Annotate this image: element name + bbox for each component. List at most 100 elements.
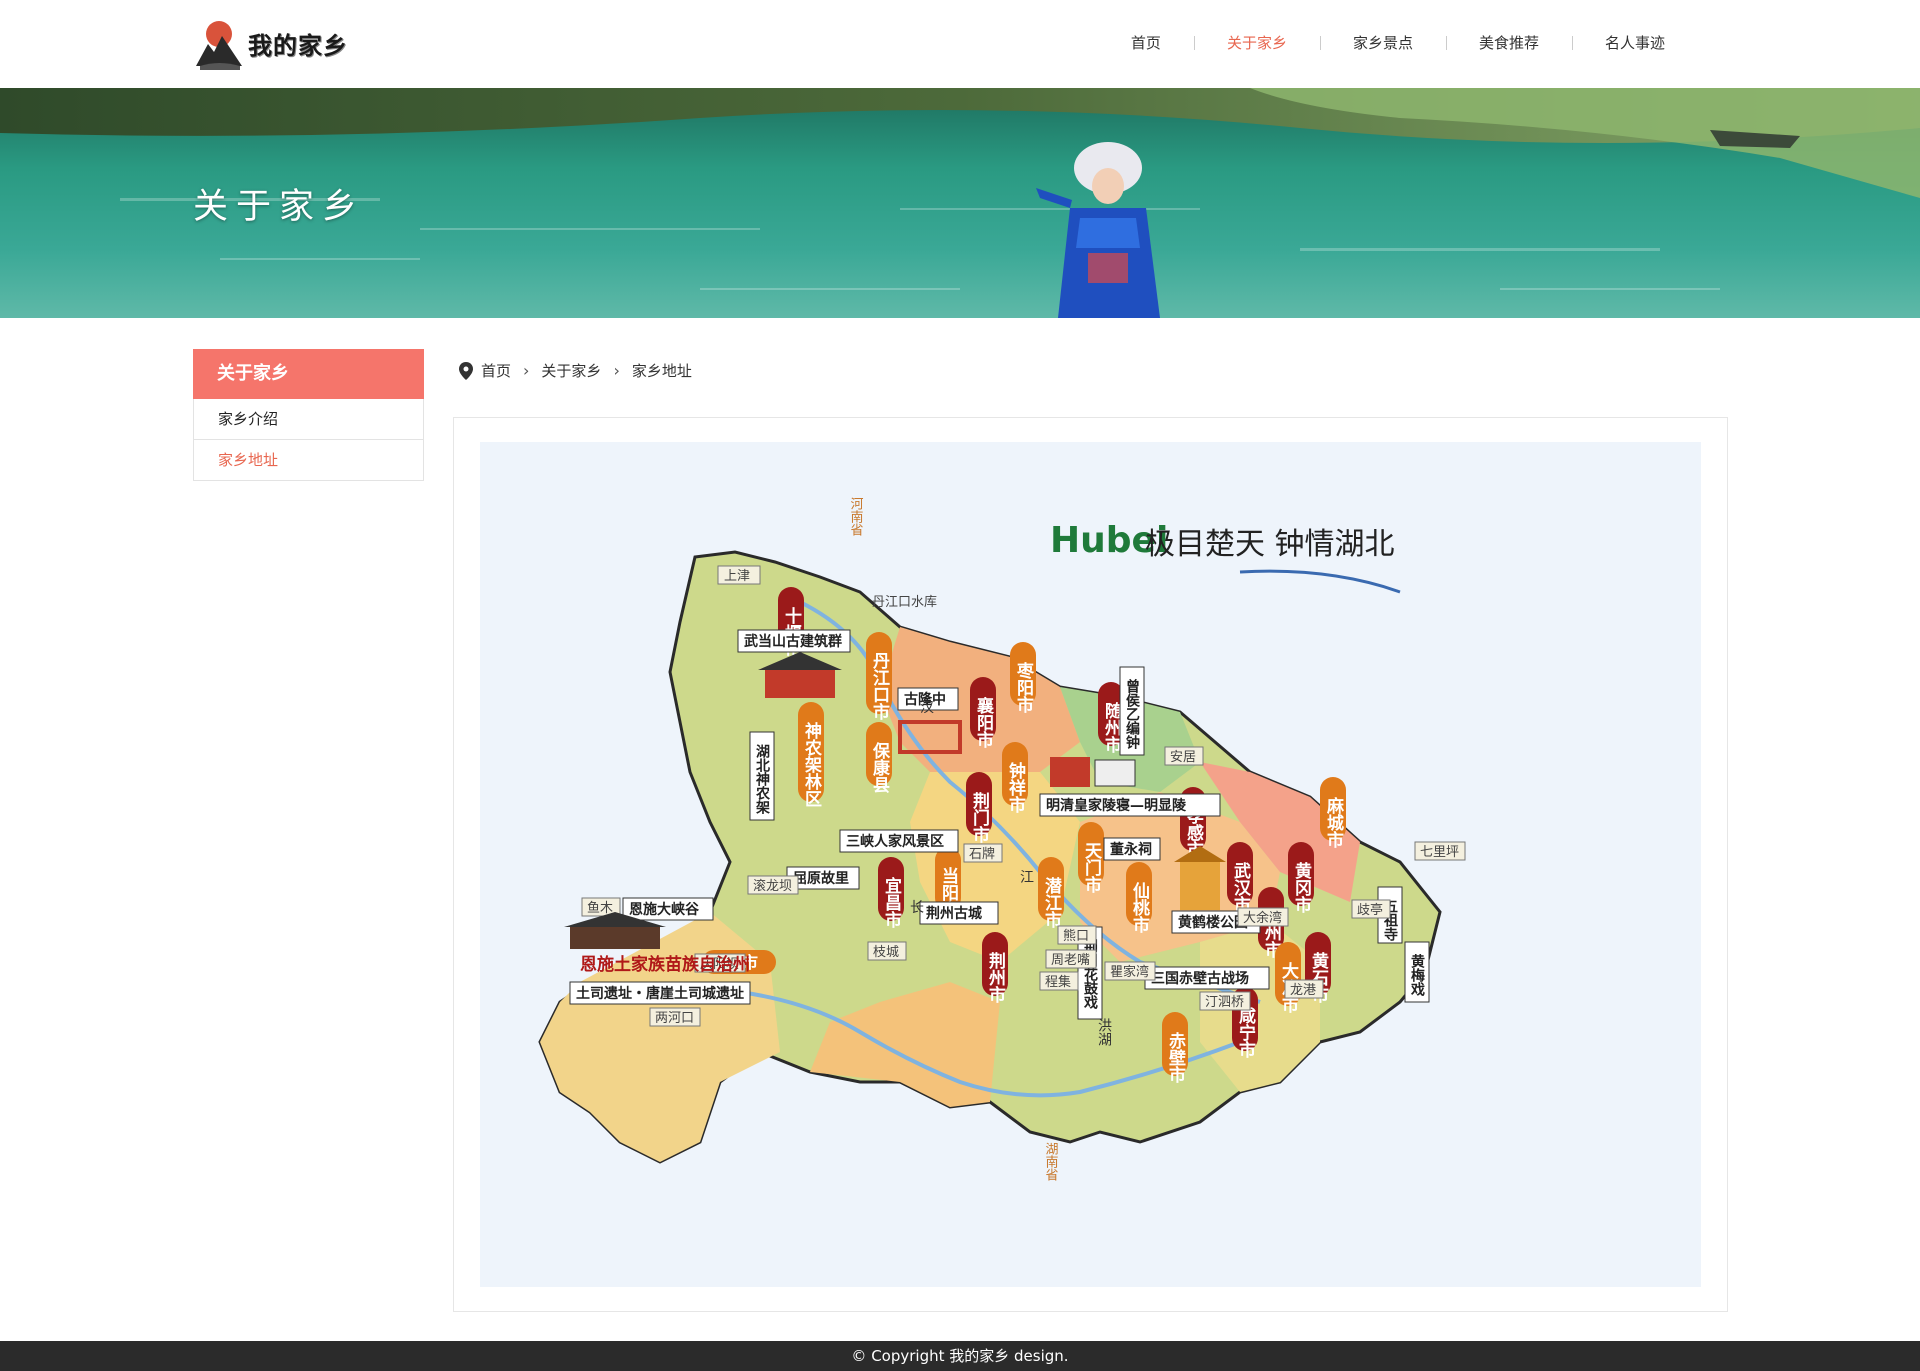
sidebar-heading: 关于家乡 (193, 349, 424, 399)
svg-text:上津: 上津 (724, 569, 750, 584)
breadcrumb-about[interactable]: 关于家乡 (541, 360, 601, 381)
breadcrumb-home[interactable]: 首页 (481, 360, 511, 381)
city-tag-jingmen: 荆门市 (966, 772, 992, 843)
city-tag-daye: 大冶市 (1275, 942, 1301, 1013)
sight-label: 曾侯乙编钟 (1119, 666, 1145, 756)
svg-text:程集: 程集 (1045, 974, 1071, 990)
river-label: 长 (910, 900, 924, 916)
svg-text:荆门市: 荆门市 (969, 791, 990, 843)
svg-text:荆州市: 荆州市 (985, 951, 1007, 1003)
city-tag-jingzhou: 荆州市 (982, 932, 1008, 1003)
sidebar-item-address[interactable]: 家乡地址 (193, 440, 424, 481)
chevron-right-icon: › (613, 361, 620, 380)
svg-text:歧亭: 歧亭 (1357, 902, 1383, 918)
sight-label: 荆州古城 (919, 901, 999, 925)
svg-text:枝城: 枝城 (873, 945, 899, 960)
place-label: 上津 (717, 565, 761, 585)
breadcrumb: 首页 › 关于家乡 › 家乡地址 (459, 360, 692, 381)
sight-label: 恩施大峡谷 (622, 897, 714, 921)
map-panel: Hubei 极目楚天 钟情湖北 河南省 湖南省 十堰市 襄阳市 随州市 荆门市 … (453, 417, 1728, 1312)
svg-text:黄梅戏: 黄梅戏 (1409, 953, 1426, 997)
city-tag-tianmen: 天门市 (1078, 822, 1104, 893)
sight-label: 土司遗址・唐崖土司城遗址 (569, 981, 751, 1005)
svg-text:三国赤壁古战场: 三国赤壁古战场 (1151, 970, 1249, 987)
place-label: 枝城 (867, 941, 907, 961)
sight-label: 武当山古建筑群 (737, 629, 851, 653)
logo-mountain-icon (194, 14, 244, 72)
place-label: 七里坪 (1414, 841, 1466, 861)
city-tag-xiantao: 仙桃市 (1126, 862, 1152, 933)
svg-text:恩施大峡谷: 恩施大峡谷 (629, 901, 700, 918)
city-tag-wuhan: 武汉市 (1227, 842, 1253, 913)
breadcrumb-address: 家乡地址 (631, 362, 692, 380)
svg-text:三峡人家风景区: 三峡人家风景区 (846, 833, 944, 850)
hubei-map: Hubei 极目楚天 钟情湖北 河南省 湖南省 十堰市 襄阳市 随州市 荆门市 … (480, 442, 1701, 1287)
svg-text:周老嘴: 周老嘴 (1051, 953, 1090, 968)
location-pin-icon (459, 361, 473, 380)
svg-text:石牌: 石牌 (969, 846, 995, 862)
svg-text:龙港: 龙港 (1290, 983, 1316, 998)
site-footer: © Copyright 我的家乡 design. (0, 1341, 1920, 1371)
place-label: 汀泗桥 (1199, 991, 1251, 1011)
svg-text:赤壁市: 赤壁市 (1165, 1031, 1186, 1083)
place-label: 安居 (1164, 746, 1204, 766)
svg-text:黄冈市: 黄冈市 (1291, 861, 1312, 913)
city-tag-zaoyang: 枣阳市 (1010, 642, 1036, 713)
city-tag-baokang: 保康县 (866, 722, 892, 794)
svg-text:大余湾: 大余湾 (1243, 910, 1282, 926)
sight-label: 董永祠 (1103, 837, 1161, 861)
main-nav: 首页 关于家乡 家乡景点 美食推荐 名人事迹 (1098, 28, 1698, 58)
sight-label: 三国赤壁古战场 (1144, 966, 1270, 990)
place-label: 两河口 (649, 1007, 701, 1027)
svg-text:两河口: 两河口 (655, 1011, 694, 1026)
svg-text:汀泗桥: 汀泗桥 (1205, 995, 1244, 1010)
sight-label: 黄梅戏 (1404, 941, 1430, 1003)
svg-text:熊口: 熊口 (1063, 928, 1089, 944)
hero-banner: 关于家乡 (0, 88, 1920, 318)
place-label: 熊口 (1057, 925, 1097, 945)
nav-scenery[interactable]: 家乡景点 (1319, 28, 1446, 58)
sidebar: 关于家乡 家乡介绍 家乡地址 (193, 349, 424, 481)
nav-celebrities[interactable]: 名人事迹 (1571, 28, 1698, 58)
place-label: 歧亭 (1351, 899, 1391, 919)
svg-text:襄阳市: 襄阳市 (973, 696, 995, 748)
river-label: 汉 (920, 700, 934, 716)
river-label: 江 (1020, 870, 1034, 886)
place-label: 石牌 (963, 843, 1003, 863)
place-label: 瞿家湾 (1104, 961, 1156, 981)
city-tag-chibi: 赤壁市 (1162, 1012, 1188, 1083)
city-tag-macheng: 麻城市 (1320, 777, 1346, 848)
svg-text:瞿家湾: 瞿家湾 (1110, 964, 1149, 980)
nav-food[interactable]: 美食推荐 (1445, 28, 1572, 58)
place-label: 程集 (1039, 971, 1079, 991)
banner-title: 关于家乡 (193, 187, 366, 227)
place-label: 大余湾 (1237, 907, 1289, 927)
svg-text:保康县: 保康县 (869, 741, 891, 794)
chevron-right-icon: › (523, 361, 530, 380)
site-header: 我的家乡 首页 关于家乡 家乡景点 美食推荐 名人事迹 (0, 0, 1920, 88)
svg-text:七里坪: 七里坪 (1420, 845, 1459, 860)
sidebar-item-intro[interactable]: 家乡介绍 (193, 399, 424, 440)
city-tag-danjiangkou: 丹江口市 (866, 632, 892, 720)
svg-text:明清皇家陵寝—明显陵: 明清皇家陵寝—明显陵 (1046, 797, 1187, 814)
city-tag-yichang: 宜昌市 (878, 857, 904, 928)
region-label: 恩施土家族苗族自治州 (580, 954, 750, 975)
svg-text:武当山古建筑群: 武当山古建筑群 (744, 633, 842, 650)
nav-home[interactable]: 首页 (1098, 28, 1194, 58)
nav-about[interactable]: 关于家乡 (1193, 28, 1320, 58)
svg-text:神农架林区: 神农架林区 (801, 721, 823, 807)
svg-text:宜昌市: 宜昌市 (881, 876, 902, 928)
city-tag-qianjiang: 潜江市 (1038, 857, 1064, 928)
neighbor-label: 河南省 (848, 497, 864, 536)
svg-text:鱼木: 鱼木 (587, 900, 613, 916)
svg-text:曾侯乙编钟: 曾侯乙编钟 (1124, 678, 1140, 750)
svg-text:武汉市: 武汉市 (1230, 861, 1251, 913)
svg-text:麻城市: 麻城市 (1323, 796, 1345, 848)
svg-text:枣阳市: 枣阳市 (1013, 661, 1035, 713)
logo-text: 我的家乡 (248, 30, 348, 60)
sight-label: 明清皇家陵寝—明显陵 (1039, 793, 1221, 817)
river-label: 洪湖 (1096, 1018, 1112, 1047)
site-logo[interactable]: 我的家乡 (194, 14, 364, 72)
svg-text:董永祠: 董永祠 (1110, 841, 1152, 858)
svg-text:湖北神农架: 湖北神农架 (754, 744, 771, 815)
